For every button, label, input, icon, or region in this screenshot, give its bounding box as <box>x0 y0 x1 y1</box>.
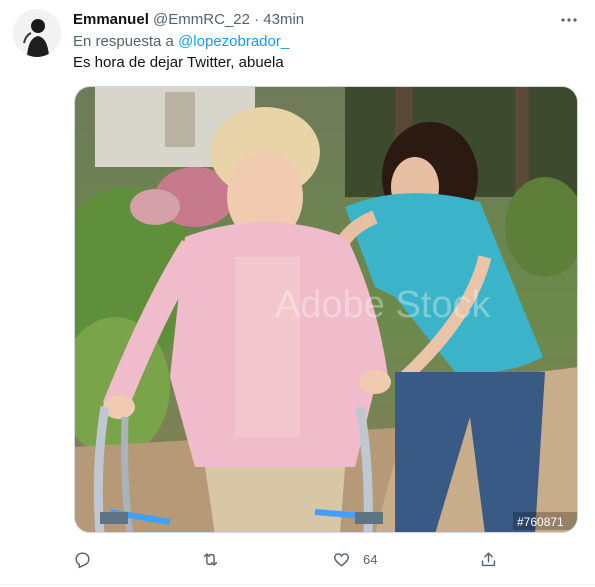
author-name[interactable]: Emmanuel <box>73 11 149 28</box>
retweet-icon <box>203 552 218 566</box>
tweet-text: Es hora de dejar Twitter, abuela <box>73 54 284 71</box>
timestamp[interactable]: 43min <box>263 11 304 28</box>
reply-prefix: En respuesta a <box>73 33 174 50</box>
watermark-id: #760871 <box>517 515 564 529</box>
like-count: 64 <box>363 551 378 567</box>
tweet[interactable]: Emmanuel @EmmRC_22 · 43min En respuesta … <box>0 0 595 587</box>
tweet-media-photo[interactable]: Adobe Stock #760871 <box>74 86 578 533</box>
reply-icon <box>75 551 90 568</box>
like-button[interactable]: 64 <box>332 545 377 573</box>
watermark-text: Adobe Stock <box>275 284 491 326</box>
reply-context: En respuesta a @lopezobrador_ <box>73 32 289 52</box>
author-handle[interactable]: @EmmRC_22 <box>153 11 250 28</box>
tweet-header: Emmanuel @EmmRC_22 · 43min <box>73 10 575 30</box>
more-icon[interactable] <box>559 10 579 30</box>
like-icon <box>334 552 349 567</box>
share-icon <box>481 551 496 566</box>
share-button[interactable] <box>479 545 510 573</box>
separator-dot: · <box>254 11 260 28</box>
tweet-actions: 64 <box>73 545 503 573</box>
retweet-button[interactable] <box>201 545 232 573</box>
reply-button[interactable] <box>73 545 104 573</box>
divider <box>0 584 595 585</box>
reply-mention-link[interactable]: @lopezobrador_ <box>178 33 289 50</box>
avatar[interactable] <box>13 9 61 57</box>
